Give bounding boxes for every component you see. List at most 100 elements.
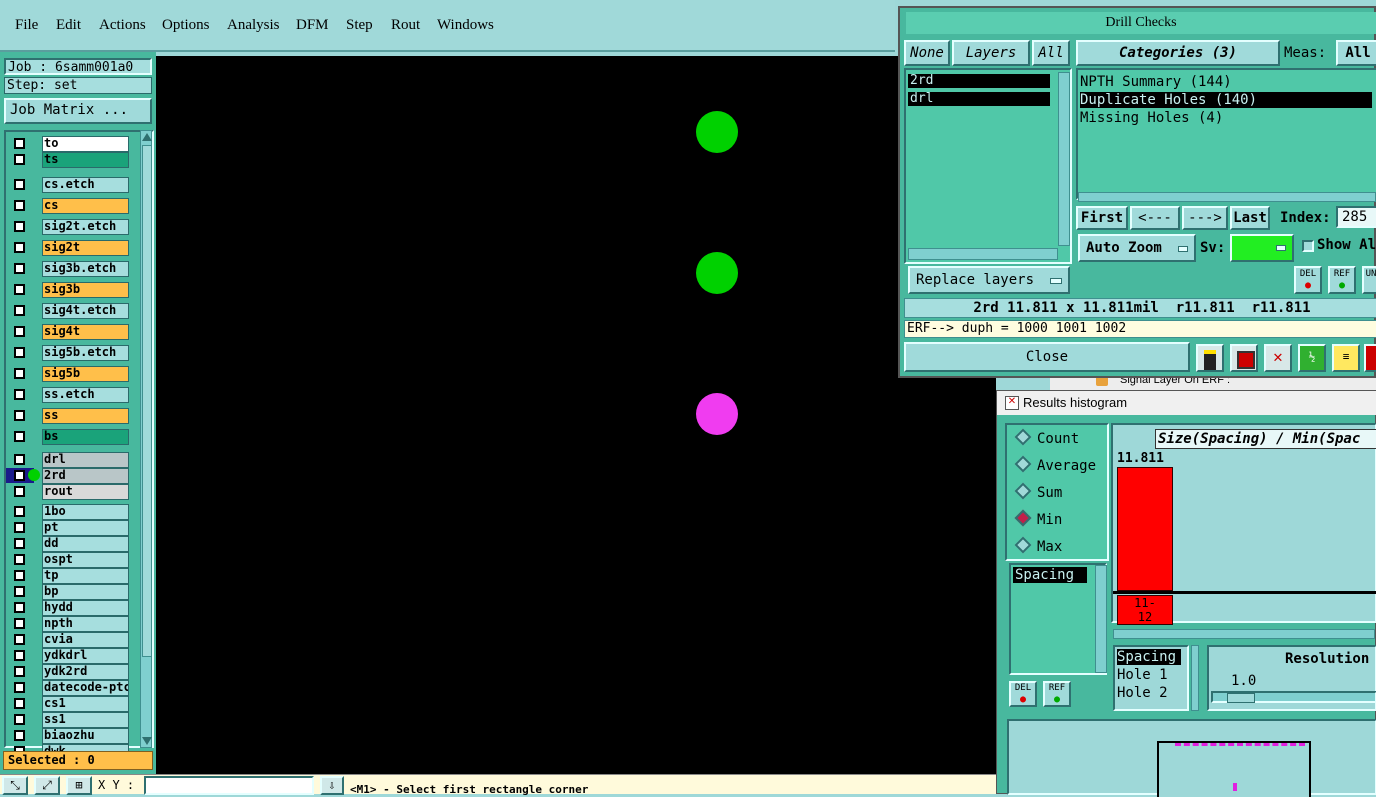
slider-handle[interactable] [1227, 693, 1255, 703]
layer-checkbox[interactable] [14, 454, 25, 465]
snap-tool-icon[interactable]: ⊞ [66, 776, 92, 795]
sort-field-scrollbar[interactable] [1191, 645, 1199, 711]
layer-row-datecode-ptc[interactable]: datecode-ptc [6, 680, 130, 696]
layer-name[interactable]: sig2t [42, 240, 129, 256]
prev-button[interactable]: <--- [1130, 206, 1180, 230]
layer-name[interactable]: biaozhu [42, 728, 129, 744]
layer-name[interactable]: sig4t [42, 324, 129, 340]
layer-checkbox[interactable] [14, 138, 25, 149]
menu-options[interactable]: Options [162, 17, 210, 34]
un-button[interactable]: UN [1362, 266, 1376, 294]
record-icon[interactable] [1230, 344, 1258, 372]
layer-name[interactable]: datecode-ptc [42, 680, 129, 696]
layer-checkbox[interactable] [14, 618, 25, 629]
radio-count[interactable]: Count [1014, 428, 1079, 447]
layer-row-cvia[interactable]: cvia [6, 632, 130, 648]
delete-x-icon[interactable]: ✕ [1264, 344, 1292, 372]
category-item[interactable]: NPTH Summary (144) [1080, 74, 1232, 90]
category-item-selected[interactable]: Duplicate Holes (140) [1080, 92, 1372, 108]
layer-checkbox[interactable] [14, 634, 25, 645]
layer-name[interactable]: cs [42, 198, 129, 214]
severity-color-dropdown[interactable] [1230, 234, 1294, 262]
layer-row-ydk2rd[interactable]: ydk2rd [6, 664, 130, 680]
layer-row-ospt[interactable]: ospt [6, 552, 130, 568]
layer-row-to[interactable]: to [6, 136, 130, 152]
layer-row-npth[interactable]: npth [6, 616, 130, 632]
layer-row-ss1[interactable]: ss1 [6, 712, 130, 728]
layer-row-tp[interactable]: tp [6, 568, 130, 584]
layer-checkbox[interactable] [14, 347, 25, 358]
menu-edit[interactable]: Edit [56, 17, 81, 34]
layer-row-hydd[interactable]: hydd [6, 600, 130, 616]
layer-name[interactable]: sig2t.etch [42, 219, 129, 235]
layer-checkbox[interactable] [14, 263, 25, 274]
drill-layer-item[interactable]: 2rd [908, 74, 1050, 88]
radio-average[interactable]: Average [1014, 455, 1096, 474]
layer-row-sig5b.etch[interactable]: sig5b.etch [6, 345, 130, 361]
step-green-icon[interactable]: ½ [1298, 344, 1326, 372]
layer-row-sig5b[interactable]: sig5b [6, 366, 130, 382]
index-input[interactable]: 285 [1336, 206, 1376, 228]
layer-checkbox[interactable] [14, 368, 25, 379]
drill-layer-item[interactable]: drl [908, 92, 1050, 106]
layer-checkbox[interactable] [14, 221, 25, 232]
layer-name[interactable]: bs [42, 429, 129, 445]
layer-row-sig4t[interactable]: sig4t [6, 324, 130, 340]
attribute-item[interactable]: Spacing [1013, 567, 1087, 583]
layer-name[interactable]: ss [42, 408, 129, 424]
layer-checkbox[interactable] [14, 242, 25, 253]
layer-name[interactable]: ss1 [42, 712, 129, 728]
layer-checkbox[interactable] [14, 284, 25, 295]
layer-name[interactable]: sig3b [42, 282, 129, 298]
pointer-icon[interactable]: ⇩ [320, 776, 344, 795]
categories-header[interactable]: Categories (3) [1076, 40, 1280, 66]
layer-row-ss.etch[interactable]: ss.etch [6, 387, 130, 403]
layer-checkbox[interactable] [14, 305, 25, 316]
menu-file[interactable]: File [15, 17, 38, 34]
layer-checkbox[interactable] [14, 200, 25, 211]
layer-name[interactable]: ospt [42, 552, 129, 568]
attribute-scrollbar[interactable] [1095, 565, 1107, 673]
scroll-up-icon[interactable] [142, 133, 152, 141]
menu-actions[interactable]: Actions [99, 17, 146, 34]
layer-name[interactable]: drl [42, 452, 129, 468]
layer-row-sig2t.etch[interactable]: sig2t.etch [6, 219, 130, 235]
layer-name[interactable]: hydd [42, 600, 129, 616]
radio-max[interactable]: Max [1014, 536, 1062, 555]
sort-field-item[interactable]: Hole 2 [1117, 685, 1168, 701]
histogram-bar[interactable] [1117, 467, 1173, 591]
menu-step[interactable]: Step [346, 17, 373, 34]
radio-sum[interactable]: Sum [1014, 482, 1062, 501]
layer-name[interactable]: tp [42, 568, 129, 584]
layer-row-1bo[interactable]: 1bo [6, 504, 130, 520]
layer-checkbox[interactable] [14, 682, 25, 693]
layer-name[interactable]: bp [42, 584, 129, 600]
layer-checkbox[interactable] [14, 410, 25, 421]
radio-min[interactable]: Min [1014, 509, 1062, 528]
first-button[interactable]: First [1076, 206, 1128, 230]
resolution-slider[interactable] [1211, 691, 1376, 703]
layer-checkbox[interactable] [14, 154, 25, 165]
hist-ref-button[interactable]: REF ● [1043, 681, 1071, 707]
layer-checkbox[interactable] [14, 698, 25, 709]
layer-name[interactable]: cs.etch [42, 177, 129, 193]
notes-icon[interactable]: ≡ [1332, 344, 1360, 372]
layer-name[interactable]: sig4t.etch [42, 303, 129, 319]
show-all-checkbox[interactable] [1302, 240, 1314, 252]
drill-layer-hscrollbar[interactable] [908, 248, 1058, 260]
layer-checkbox[interactable] [14, 389, 25, 400]
layer-name[interactable]: sig5b.etch [42, 345, 129, 361]
layer-row-bs[interactable]: bs [6, 429, 130, 445]
all-button[interactable]: All [1032, 40, 1070, 66]
layer-list-scrollbar[interactable] [140, 130, 152, 748]
layer-row-biaozhu[interactable]: biaozhu [6, 728, 130, 744]
job-matrix-button[interactable]: Job Matrix ... [4, 98, 152, 124]
layer-checkbox[interactable] [14, 554, 25, 565]
replace-layers-dropdown[interactable]: Replace layers [908, 266, 1070, 294]
sort-field-item[interactable]: Hole 1 [1117, 667, 1168, 683]
layer-name[interactable]: 2rd [42, 468, 129, 484]
menu-rout[interactable]: Rout [391, 17, 420, 34]
layer-row-sig4t.etch[interactable]: sig4t.etch [6, 303, 130, 319]
zoom-tool-icon[interactable]: ⤢ [34, 776, 60, 795]
layer-name[interactable]: cvia [42, 632, 129, 648]
